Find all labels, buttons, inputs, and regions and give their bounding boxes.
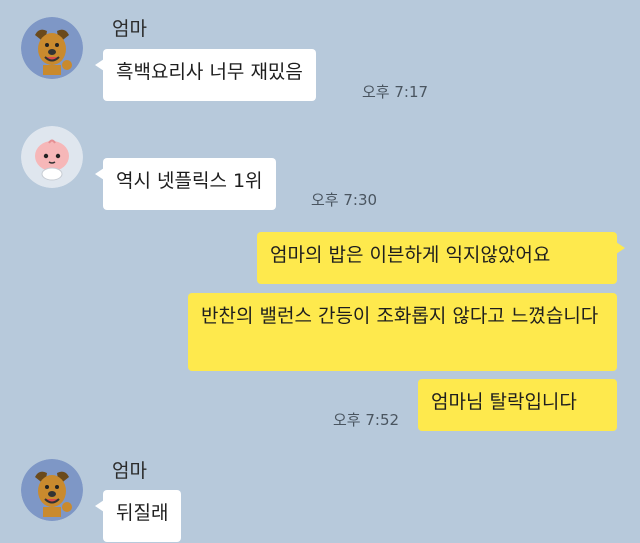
sender-name: 엄마 <box>112 460 147 482</box>
message-timestamp: 오후 7:52 <box>333 411 400 429</box>
message-bubble[interactable]: 역시 넷플릭스 1위 <box>95 158 276 210</box>
message-timestamp: 오후 7:30 <box>311 191 378 209</box>
message-bubble[interactable]: 엄마님 탈락입니다 <box>418 379 617 431</box>
message-timestamp: 오후 7:17 <box>362 83 429 101</box>
sender-name: 엄마 <box>112 18 147 40</box>
dog-avatar-icon[interactable] <box>21 17 83 79</box>
message-bubble[interactable]: 엄마의 밥은 이븐하게 익지않았어요 <box>257 232 625 284</box>
peach-avatar-icon[interactable] <box>21 126 83 188</box>
chat-window: 엄마 흑백요리사 너무 재밌음 오후 7:17 역시 넷플릭스 1위 오후 7:… <box>0 0 640 543</box>
message-bubble[interactable]: 흑백요리사 너무 재밌음 <box>95 49 316 101</box>
dog-avatar-icon[interactable] <box>21 459 83 521</box>
message-bubble[interactable]: 뒤질래 <box>94 490 182 542</box>
message-bubble[interactable]: 반찬의 밸런스 간등이 조화롭지 않다고 느꼈습니다 <box>188 293 617 371</box>
